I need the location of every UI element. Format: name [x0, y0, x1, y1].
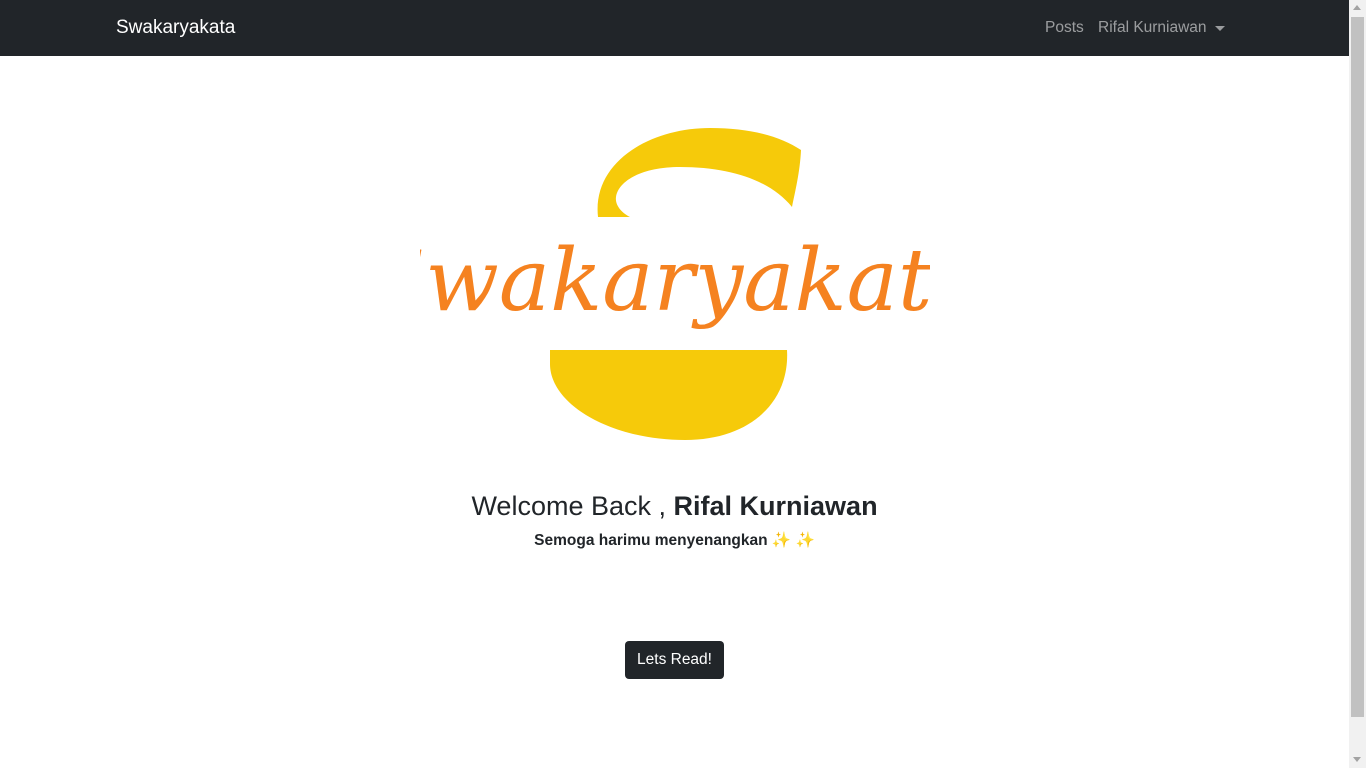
scroll-down-arrow-icon[interactable] [1353, 757, 1361, 762]
sparkles-icon: ✨ ✨ [771, 532, 815, 549]
lets-read-button[interactable]: Lets Read! [625, 641, 724, 679]
welcome-heading: Welcome Back , Rifal Kurniawan [0, 489, 1349, 523]
caret-down-icon[interactable] [1215, 26, 1225, 31]
welcome-prefix: Welcome Back , [471, 491, 667, 521]
nav-posts-link[interactable]: Posts [1045, 18, 1084, 38]
subtitle-text: Semoga harimu menyenangkan [534, 532, 768, 549]
swakaryakata-logo: Swakaryakata [420, 128, 930, 440]
welcome-subtitle: Semoga harimu menyenangkan ✨ ✨ [0, 531, 1349, 551]
logo-wordmark: Swakaryakata [420, 231, 930, 331]
top-navbar: Swakaryakata Posts Rifal Kurniawan [0, 0, 1349, 56]
user-dropdown-toggle[interactable]: Rifal Kurniawan [1098, 18, 1207, 38]
scroll-up-arrow-icon[interactable] [1353, 5, 1361, 10]
logo-top-arc [597, 128, 801, 217]
brand-link[interactable]: Swakaryakata [116, 16, 235, 40]
scrollbar-thumb[interactable] [1351, 17, 1364, 717]
welcome-username: Rifal Kurniawan [673, 491, 878, 521]
